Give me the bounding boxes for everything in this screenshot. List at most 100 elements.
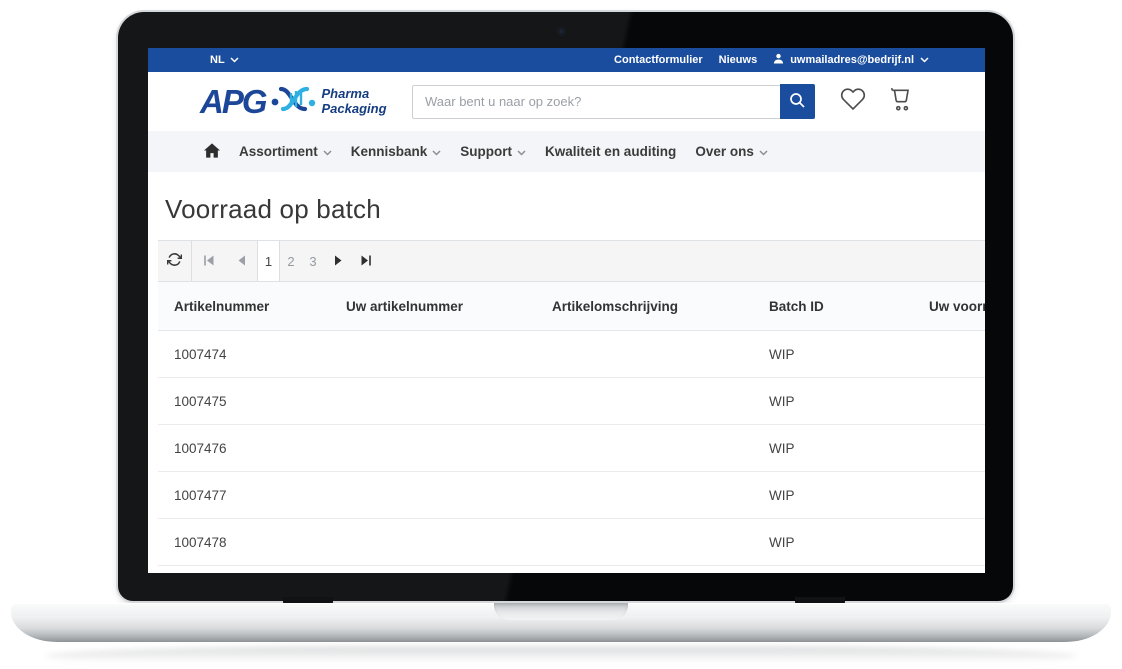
cell-batch-id: WIP [753,519,913,566]
header-action-icons [839,86,915,117]
language-label: NL [210,54,225,66]
laptop-reflection [44,646,1078,666]
nav-item-support[interactable]: Support [460,144,526,159]
cell-artikelomschrijving [536,378,753,425]
chevron-down-icon [323,144,332,159]
first-page-button[interactable] [192,241,225,281]
chevron-down-icon [432,144,441,159]
page-button-3[interactable]: 3 [302,241,324,281]
table-row: 1007475 WIP [158,378,985,425]
nav-item-label: Over ons [695,144,754,159]
laptop-base [11,603,1111,642]
stock-table-wrap: Artikelnummer Uw artikelnummer Artikelom… [158,282,985,566]
cell-uw-voorraad [913,472,985,519]
logo[interactable]: APG Pharma P [200,81,400,122]
cell-batch-id: WIP [753,378,913,425]
search-bar [412,84,815,119]
nav-item-assortiment[interactable]: Assortiment [239,144,332,159]
cell-uw-artikelnummer [330,519,536,566]
cell-artikelomschrijving [536,472,753,519]
table-row: 1007474 WIP [158,331,985,378]
topbar-links: Contactformulier Nieuws uwmailadres@bedr… [614,53,929,67]
next-page-icon [334,254,343,269]
laptop-bezel: NL Contactformulier Nieuws uwmailadres@b… [118,12,1013,601]
cell-uw-artikelnummer [330,425,536,472]
cell-artikelnummer: 1007477 [158,472,330,519]
nav-item-kennisbank[interactable]: Kennisbank [351,144,442,159]
pagination-bar: 1 2 3 [158,240,985,282]
chevron-down-icon [759,144,768,159]
dna-logo-icon [271,81,317,122]
logo-brand-text: APG [200,85,266,118]
cell-artikelnummer: 1007478 [158,519,330,566]
page-content: Voorraad op batch [148,194,985,566]
column-header-artikelnummer: Artikelnummer [158,282,330,331]
column-header-uw-voorraad: Uw voorraad [913,282,985,331]
last-page-button[interactable] [352,241,380,281]
prev-page-button[interactable] [225,241,258,281]
column-header-batch-id: Batch ID [753,282,913,331]
first-page-icon [203,254,215,269]
cell-uw-artikelnummer [330,378,536,425]
next-page-button[interactable] [324,241,352,281]
prev-page-icon [237,254,246,269]
language-selector[interactable]: NL [210,54,239,66]
cell-uw-voorraad [913,331,985,378]
topbar-link-nieuws[interactable]: Nieuws [719,54,758,66]
cell-batch-id: WIP [753,331,913,378]
logo-tagline-line1: Pharma [322,87,387,101]
chevron-down-icon [920,54,929,66]
nav-item-over-ons[interactable]: Over ons [695,144,768,159]
cell-batch-id: WIP [753,472,913,519]
laptop-notch [494,603,628,620]
webcam-dot [558,28,565,35]
heart-icon [839,86,867,117]
refresh-icon [167,252,182,270]
nav-item-label: Kennisbank [351,144,428,159]
nav-item-label: Kwaliteit en auditing [545,144,676,159]
table-header: Artikelnummer Uw artikelnummer Artikelom… [158,282,985,331]
cell-artikelomschrijving [536,331,753,378]
page-button-1[interactable]: 1 [258,241,280,281]
table-row: 1007477 WIP [158,472,985,519]
cell-uw-artikelnummer [330,472,536,519]
user-icon [773,53,784,67]
search-input[interactable] [412,85,780,119]
search-button[interactable] [780,84,815,119]
topbar: NL Contactformulier Nieuws uwmailadres@b… [148,48,985,72]
cart-button[interactable] [887,86,915,117]
cell-uw-voorraad [913,425,985,472]
logo-tagline: Pharma Packaging [322,87,387,115]
cell-artikelnummer: 1007474 [158,331,330,378]
nav-item-kwaliteit-en-auditing[interactable]: Kwaliteit en auditing [545,144,676,159]
cell-artikelnummer: 1007476 [158,425,330,472]
site-header: APG Pharma P [148,72,985,131]
account-email: uwmailadres@bedrijf.nl [790,54,914,66]
column-header-artikelomschrijving: Artikelomschrijving [536,282,753,331]
cell-artikelnummer: 1007475 [158,378,330,425]
nav-item-label: Support [460,144,512,159]
wishlist-button[interactable] [839,86,867,117]
page-button-2[interactable]: 2 [280,241,302,281]
cell-uw-voorraad [913,378,985,425]
chevron-down-icon [517,144,526,159]
cell-artikelomschrijving [536,425,753,472]
table-row: 1007476 WIP [158,425,985,472]
account-menu[interactable]: uwmailadres@bedrijf.nl [773,53,929,67]
main-nav: Assortiment Kennisbank Support Kwaliteit… [148,131,985,172]
topbar-link-contactformulier[interactable]: Contactformulier [614,54,703,66]
cell-batch-id: WIP [753,425,913,472]
column-header-uw-artikelnummer: Uw artikelnummer [330,282,536,331]
cart-icon [887,86,915,117]
refresh-button[interactable] [158,241,192,281]
chevron-down-icon [230,54,239,66]
cell-uw-voorraad [913,519,985,566]
cell-artikelomschrijving [536,519,753,566]
search-icon [789,92,806,112]
laptop-screen: NL Contactformulier Nieuws uwmailadres@b… [148,48,985,573]
nav-home[interactable] [204,143,220,161]
table-row: 1007478 WIP [158,519,985,566]
stock-table: Artikelnummer Uw artikelnummer Artikelom… [158,282,985,566]
nav-item-label: Assortiment [239,144,318,159]
page-title: Voorraad op batch [165,194,985,225]
